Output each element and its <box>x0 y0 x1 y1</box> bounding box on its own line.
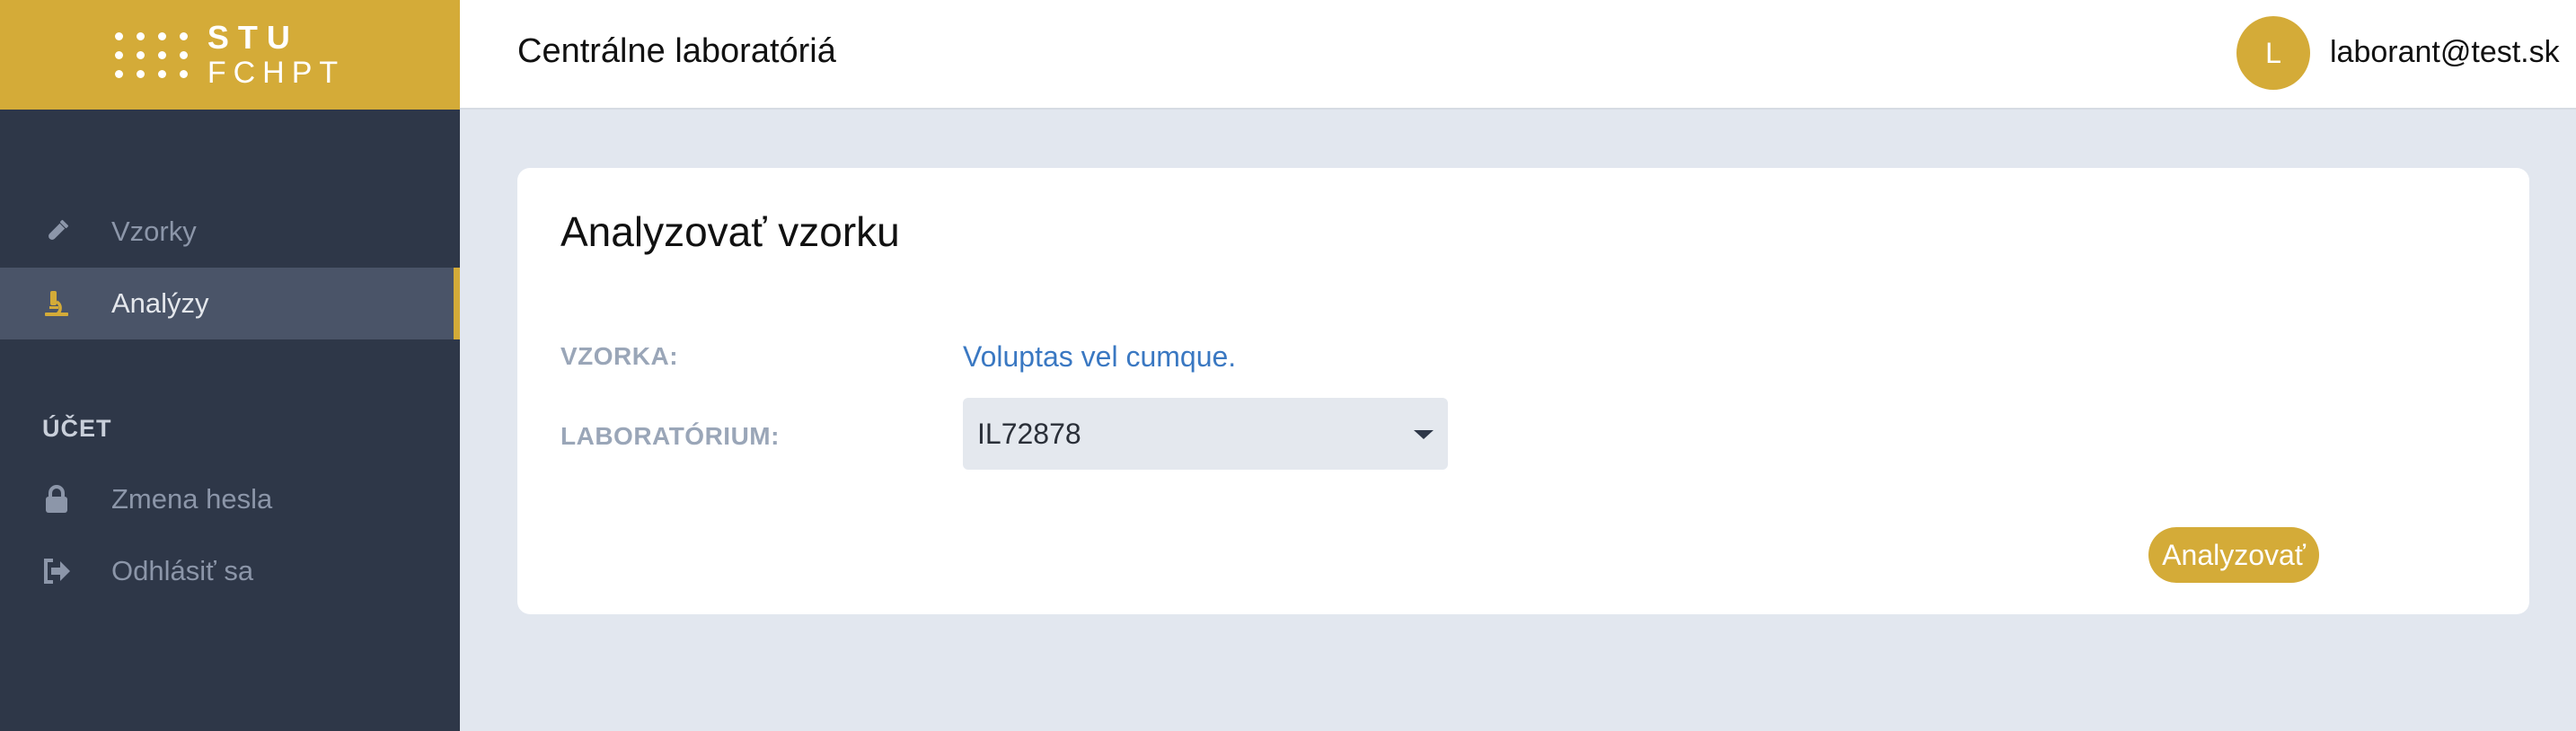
sidebar: STU FCHPT Vzorky Analýzy ÚČET Zmena hesl… <box>0 0 460 731</box>
account-section-label: ÚČET <box>42 415 112 442</box>
account-nav: Zmena hesla Odhlásiť sa <box>0 463 460 607</box>
sidebar-item-label: Analýzy <box>111 287 209 319</box>
stu-fchpt-logo[interactable]: STU FCHPT <box>114 19 346 90</box>
lock-icon <box>41 484 72 515</box>
laboratory-select[interactable]: IL72878 <box>963 398 1448 470</box>
sidebar-item-vzorky[interactable]: Vzorky <box>0 196 460 268</box>
sidebar-nav: Vzorky Analýzy <box>0 196 460 339</box>
logo-line-1: STU <box>207 19 299 56</box>
laboratory-label: LABORATÓRIUM: <box>560 422 780 450</box>
sidebar-item-label: Vzorky <box>111 216 197 247</box>
test-tube-icon <box>41 216 72 247</box>
brand-header: STU FCHPT <box>0 0 460 110</box>
sidebar-item-logout[interactable]: Odhlásiť sa <box>0 535 460 607</box>
analyze-button[interactable]: Analyzovať <box>2148 527 2319 583</box>
sample-label: VZORKA: <box>560 342 679 370</box>
analyze-sample-card: Analyzovať vzorku VZORKA: Voluptas vel c… <box>517 168 2529 614</box>
sidebar-item-analyzy[interactable]: Analýzy <box>0 268 460 339</box>
laboratory-select-value: IL72878 <box>977 417 1081 450</box>
user-email[interactable]: laborant@test.sk <box>2330 35 2560 70</box>
sidebar-item-label: Zmena hesla <box>111 483 273 515</box>
avatar[interactable]: L <box>2236 16 2310 90</box>
top-header: Centrálne laboratóriá L laborant@test.sk <box>460 0 2576 110</box>
sign-out-icon <box>41 556 72 586</box>
page-title: Centrálne laboratóriá <box>517 32 836 70</box>
logo-line-2: FCHPT <box>207 56 346 90</box>
logo-dots-icon <box>114 31 188 78</box>
sample-link[interactable]: Voluptas vel cumque. <box>963 340 1236 374</box>
card-title: Analyzovať vzorku <box>560 208 900 255</box>
sidebar-item-change-password[interactable]: Zmena hesla <box>0 463 460 535</box>
sidebar-item-label: Odhlásiť sa <box>111 555 254 586</box>
caret-down-icon <box>1414 430 1434 439</box>
microscope-icon <box>41 288 72 319</box>
